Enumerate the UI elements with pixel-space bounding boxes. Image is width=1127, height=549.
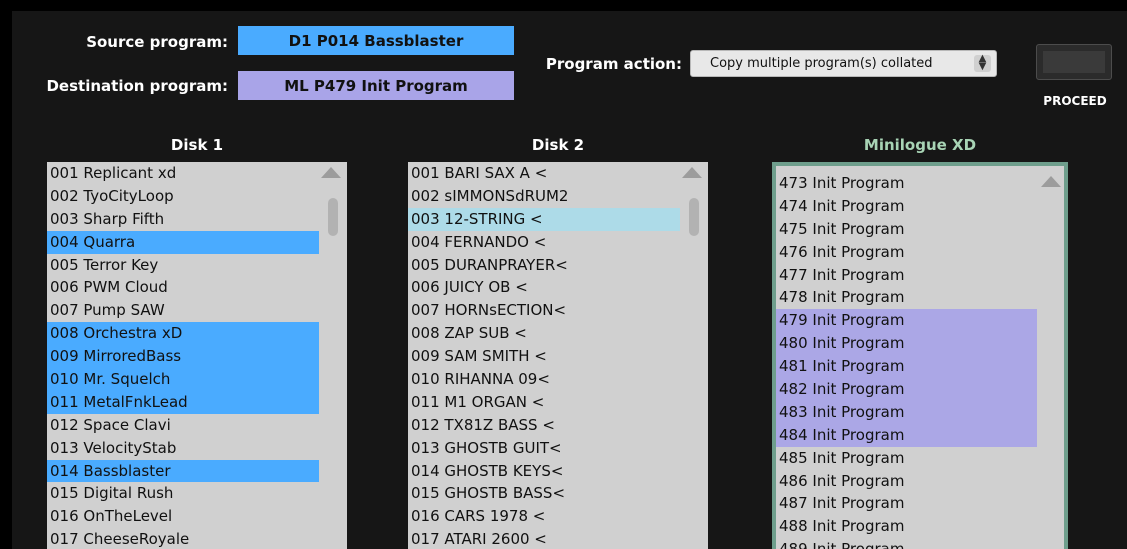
disk1-program-list[interactable]: 001 Replicant xd 002 TyoCityLoop 003 Sharp… (47, 162, 347, 549)
list-item[interactable]: 012 Space Clavi (47, 414, 319, 437)
list-item[interactable]: 005 DURANPRAYER< (408, 254, 680, 277)
list-item[interactable]: 010 Mr. Squelch (47, 368, 319, 391)
program-action-label: Program action: (545, 55, 682, 73)
list-item[interactable]: 486 Init Program (776, 470, 1037, 493)
list-item[interactable]: 005 Terror Key (47, 254, 319, 277)
list-item[interactable]: 479 Init Program (776, 309, 1037, 333)
destination-program-label: Destination program: (46, 77, 228, 95)
list-item[interactable]: 008 Orchestra xD (47, 322, 319, 346)
list-item[interactable]: 017 ATARI 2600 < (408, 528, 680, 549)
select-arrows-icon: ▲ ▼ (974, 54, 991, 72)
list-item[interactable]: 489 Init Program (776, 538, 1037, 549)
list-item[interactable]: 013 VelocityStab (47, 437, 319, 460)
source-program-field[interactable]: D1 P014 Bassblaster (238, 26, 514, 55)
list-item[interactable]: 002 sIMMONSdRUM2 (408, 185, 680, 208)
minilogue-program-list[interactable]: 473 Init Program 474 Init Program 475 Init… (772, 162, 1068, 549)
list-item[interactable]: 010 RIHANNA 09< (408, 368, 680, 391)
disk1-title: Disk 1 (170, 136, 224, 154)
list-item[interactable]: 011 M1 ORGAN < (408, 391, 680, 414)
list-item[interactable]: 016 OnTheLevel (47, 505, 319, 528)
list-item[interactable]: 015 GHOSTB BASS< (408, 482, 680, 505)
list-item[interactable]: 013 GHOSTB GUIT< (408, 437, 680, 460)
source-program-label: Source program: (86, 33, 228, 51)
scroll-up-icon[interactable] (1041, 176, 1061, 187)
list-item[interactable]: 484 Init Program (776, 423, 1037, 447)
disk2-title: Disk 2 (531, 136, 585, 154)
list-item[interactable]: 001 Replicant xd (47, 162, 319, 185)
list-item[interactable]: 006 JUICY OB < (408, 276, 680, 299)
list-item[interactable]: 002 TyoCityLoop (47, 185, 319, 208)
program-action-select[interactable]: Copy multiple program(s) collated ▲ ▼ (690, 50, 997, 77)
list-item[interactable]: 003 12-STRING < (408, 207, 680, 231)
proceed-button[interactable] (1036, 44, 1112, 80)
list-item[interactable]: 476 Init Program (776, 241, 1037, 264)
list-item[interactable]: 009 SAM SMITH < (408, 345, 680, 368)
scroll-up-icon[interactable] (682, 167, 702, 178)
list-item[interactable]: 482 Init Program (776, 378, 1037, 401)
list-item[interactable]: 004 FERNANDO < (408, 231, 680, 254)
list-item[interactable]: 009 MirroredBass (47, 345, 319, 369)
list-item[interactable]: 014 Bassblaster (47, 459, 319, 483)
list-item[interactable]: 012 TX81Z BASS < (408, 414, 680, 437)
list-item[interactable]: 011 MetalFnkLead (47, 390, 319, 414)
destination-program-field[interactable]: ML P479 Init Program (238, 71, 514, 100)
list-item[interactable]: 487 Init Program (776, 492, 1037, 515)
list-item[interactable]: 016 CARS 1978 < (408, 505, 680, 528)
list-item[interactable]: 475 Init Program (776, 218, 1037, 241)
list-item[interactable]: 483 Init Program (776, 400, 1037, 424)
list-item[interactable]: 017 CheeseRoyale (47, 528, 319, 549)
list-item[interactable]: 014 GHOSTB KEYS< (408, 460, 680, 483)
list-item[interactable]: 008 ZAP SUB < (408, 322, 680, 345)
scrollbar-thumb[interactable] (328, 198, 338, 236)
proceed-label: PROCEED (1043, 94, 1107, 108)
disk2-program-list[interactable]: 001 BARI SAX A <002 sIMMONSdRUM2 003 12-S… (408, 162, 708, 549)
list-item[interactable]: 480 Init Program (776, 332, 1037, 356)
list-item[interactable]: 004 Quarra (47, 230, 319, 254)
list-item[interactable]: 007 Pump SAW (47, 299, 319, 322)
list-item[interactable]: 481 Init Program (776, 355, 1037, 379)
list-item[interactable]: 485 Init Program (776, 447, 1037, 470)
scroll-up-icon[interactable] (321, 167, 341, 178)
list-item[interactable]: 007 HORNsECTION< (408, 299, 680, 322)
program-action-value: Copy multiple program(s) collated (710, 56, 933, 71)
list-item[interactable]: 001 BARI SAX A < (408, 162, 680, 185)
scrollbar-thumb[interactable] (689, 198, 699, 236)
list-item[interactable]: 488 Init Program (776, 515, 1037, 538)
list-item[interactable]: 478 Init Program (776, 286, 1037, 309)
list-item[interactable]: 003 Sharp Fifth (47, 208, 319, 231)
list-item[interactable]: 474 Init Program (776, 195, 1037, 218)
list-item[interactable]: 015 Digital Rush (47, 482, 319, 505)
minilogue-title: Minilogue XD (863, 136, 977, 154)
list-item[interactable]: 477 Init Program (776, 264, 1037, 287)
list-item[interactable]: 006 PWM Cloud (47, 276, 319, 299)
list-item[interactable]: 473 Init Program (776, 172, 1037, 195)
